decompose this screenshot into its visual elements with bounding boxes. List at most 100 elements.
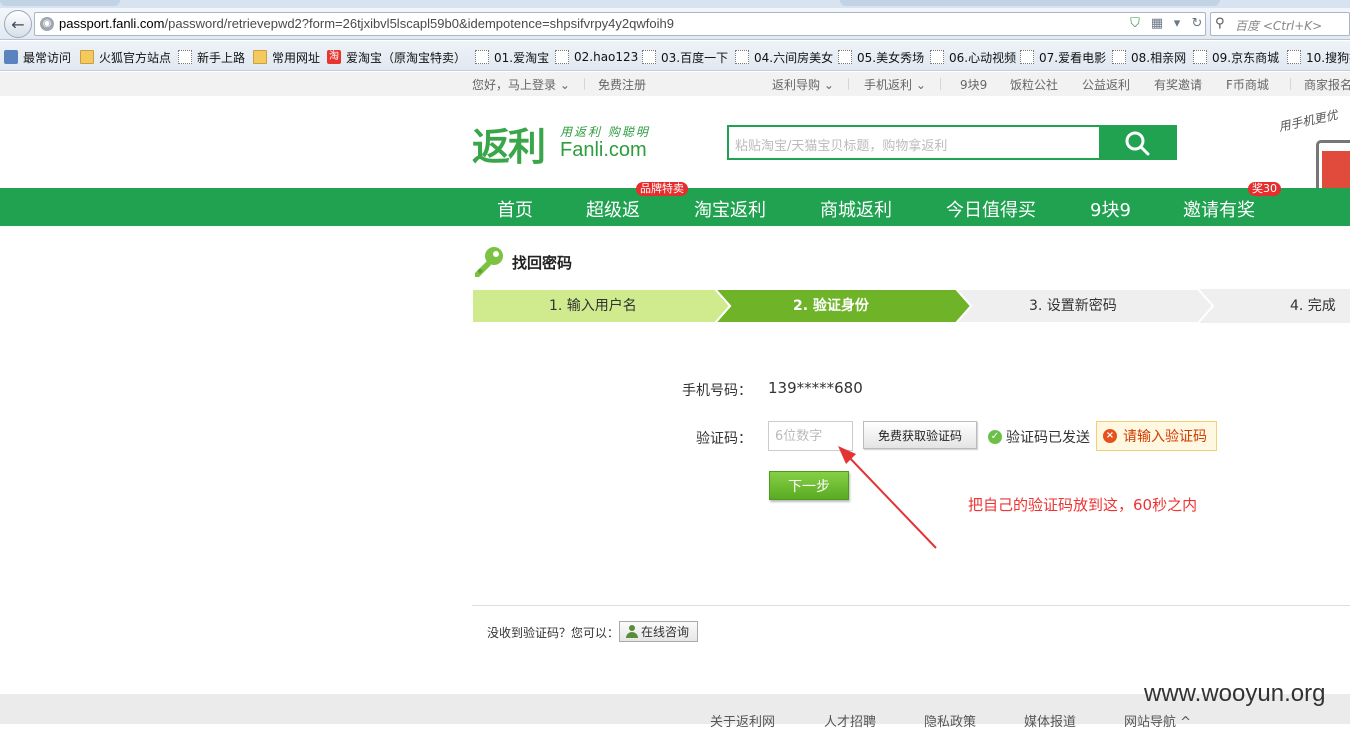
divider	[848, 78, 849, 90]
star-icon	[4, 50, 18, 64]
logo[interactable]: 返利	[472, 116, 546, 171]
top-link-mobile[interactable]: 手机返利 ⌄	[864, 76, 926, 93]
bookmark-item[interactable]: 07.爱看电影	[1020, 48, 1106, 66]
blank-page-icon	[178, 50, 192, 64]
nav-super-rebate[interactable]: 超级返	[586, 196, 640, 222]
bookmark-item[interactable]: 08.相亲网	[1112, 48, 1186, 66]
bookmark-label: 05.美女秀场	[857, 50, 925, 65]
bookmark-item[interactable]: 火狐官方站点	[80, 48, 171, 66]
annotation-text: 把自己的验证码放到这，60秒之内	[968, 496, 1198, 514]
browser-tab[interactable]	[0, 0, 120, 6]
blank-page-icon	[930, 50, 944, 64]
site-search-input[interactable]: 粘贴淘宝/天猫宝贝标题，购物拿返利	[727, 125, 1101, 160]
error-message: × 请输入验证码	[1096, 421, 1217, 451]
bookmark-label: 10.搜狗推	[1306, 50, 1350, 65]
footer-privacy[interactable]: 隐私政策	[924, 711, 976, 730]
bookmark-item[interactable]: 09.京东商城	[1193, 48, 1279, 66]
top-link-fcoin-mall[interactable]: F币商城	[1226, 76, 1269, 93]
logo-slogan: 用返利 购聪明	[560, 125, 650, 139]
phone-value: 139*****680	[768, 379, 863, 397]
reward-badge: 奖30	[1248, 182, 1281, 197]
bookmark-item[interactable]: 05.美女秀场	[838, 48, 924, 66]
bookmark-label: 06.心动视频	[949, 50, 1017, 65]
site-search-button[interactable]	[1099, 125, 1177, 160]
top-link-guide[interactable]: 返利导购 ⌄	[772, 76, 834, 93]
taobao-icon: 淘	[327, 50, 341, 64]
bookmarks-bar: 最常访问 火狐官方站点 新手上路 常用网址淘爱淘宝（原淘宝特卖） 01.爱淘宝 02.ha…	[0, 41, 1350, 71]
browser-tab[interactable]	[840, 0, 1220, 6]
bookmark-label: 08.相亲网	[1131, 50, 1187, 65]
footer-about[interactable]: 关于返利网	[710, 711, 775, 730]
top-link-9kuai9[interactable]: 9块9	[960, 76, 987, 93]
bookmark-item[interactable]: 常用网址	[253, 48, 320, 66]
top-link-community[interactable]: 饭粒公社	[1010, 76, 1058, 93]
bookmark-item[interactable]: 04.六间房美女	[735, 48, 833, 66]
blank-page-icon	[555, 50, 569, 64]
nav-home[interactable]: 首页	[497, 196, 533, 222]
browser-toolbar: ← ◉ passport.fanli.com/password/retrieve…	[0, 8, 1350, 40]
login-link[interactable]: 您好，马上登录 ⌄	[472, 76, 570, 93]
blank-page-icon	[735, 50, 749, 64]
chevron-down-icon[interactable]: ▾	[1169, 16, 1185, 32]
bookmark-item[interactable]: 01.爱淘宝	[475, 48, 549, 66]
blank-page-icon	[1020, 50, 1034, 64]
nav-9kuai9[interactable]: 9块9	[1090, 196, 1131, 222]
search-icon: ⚲	[1215, 16, 1225, 31]
bookmark-item[interactable]: 淘爱淘宝（原淘宝特卖）	[327, 48, 466, 66]
phone-label: 手机号码：	[682, 383, 752, 399]
divider	[1290, 78, 1291, 90]
nav-taobao-rebate[interactable]: 淘宝返利	[694, 196, 766, 222]
blank-page-icon	[838, 50, 852, 64]
nav-deals-today[interactable]: 今日值得买	[946, 196, 1036, 222]
footer-jobs[interactable]: 人才招聘	[824, 711, 876, 730]
reload-icon[interactable]: ↻	[1189, 16, 1205, 32]
bookmark-item[interactable]: 10.搜狗推	[1287, 48, 1350, 66]
bookmark-item[interactable]: 02.hao123	[555, 48, 638, 66]
shield-icon[interactable]: ⛉	[1127, 16, 1143, 32]
error-text: 请输入验证码	[1123, 429, 1207, 445]
blank-page-icon	[475, 50, 489, 64]
bookmark-label: 最常访问	[23, 50, 72, 65]
blank-page-icon	[1193, 50, 1207, 64]
chevron-down-icon: ⌄	[823, 78, 834, 92]
no-code-text: 没收到验证码？您可以：	[487, 626, 620, 640]
back-arrow-icon[interactable]: ←	[4, 10, 32, 38]
bookmark-label: 02.hao123	[574, 50, 639, 64]
page-title: 找回密码	[512, 254, 573, 272]
blank-page-icon	[1287, 50, 1301, 64]
step-2-label: 2. 验证身份	[793, 298, 869, 314]
brand-sale-badge: 品牌特卖	[636, 182, 688, 197]
footer-sitemap[interactable]: 网站导航 ^	[1124, 711, 1191, 730]
watermark: www.wooyun.org	[1144, 680, 1326, 707]
top-link-charity[interactable]: 公益返利	[1082, 76, 1130, 93]
address-bar[interactable]: ◉ passport.fanli.com/password/retrievepw…	[34, 12, 1206, 36]
divider	[472, 605, 1350, 606]
bookmark-label: 常用网址	[272, 50, 321, 65]
bookmark-label: 04.六间房美女	[754, 50, 834, 65]
register-link[interactable]: 免费注册	[598, 76, 646, 93]
bookmark-item[interactable]: 03.百度一下	[642, 48, 728, 66]
step-4-label: 4. 完成	[1290, 298, 1336, 314]
online-consult-button[interactable]: 在线咨询	[619, 621, 698, 642]
bookmark-item[interactable]: 06.心动视频	[930, 48, 1016, 66]
bookmark-item[interactable]: 新手上路	[178, 48, 245, 66]
bookmark-label: 09.京东商城	[1212, 50, 1280, 65]
url-text: passport.fanli.com/password/retrievepwd2…	[59, 16, 674, 31]
code-sent-status: ✓ 验证码已发送	[988, 427, 1090, 447]
footer-media[interactable]: 媒体报道	[1024, 711, 1076, 730]
steps-labels: 1. 输入用户名 2. 验证身份 3. 设置新密码 4. 完成	[472, 289, 1350, 323]
folder-icon	[253, 50, 267, 64]
qr-code-icon[interactable]: ▦	[1149, 16, 1165, 32]
step-1-label: 1. 输入用户名	[549, 298, 637, 314]
code-label: 验证码：	[696, 431, 752, 447]
bookmark-label: 火狐官方站点	[99, 50, 172, 65]
top-link-invite[interactable]: 有奖邀请	[1154, 76, 1202, 93]
top-link-merchant[interactable]: 商家报名	[1304, 76, 1350, 93]
mobile-app-promo[interactable]: 用手机更优	[1268, 100, 1350, 188]
browser-search-box[interactable]: ⚲ 百度 <Ctrl+K>	[1210, 12, 1350, 36]
logo-domain: Fanli.com	[560, 139, 647, 161]
nav-mall-rebate[interactable]: 商城返利	[820, 196, 892, 222]
site-search-placeholder: 粘贴淘宝/天猫宝贝标题，购物拿返利	[735, 139, 948, 154]
nav-invite[interactable]: 邀请有奖	[1183, 196, 1255, 222]
bookmark-item[interactable]: 最常访问	[4, 48, 71, 66]
